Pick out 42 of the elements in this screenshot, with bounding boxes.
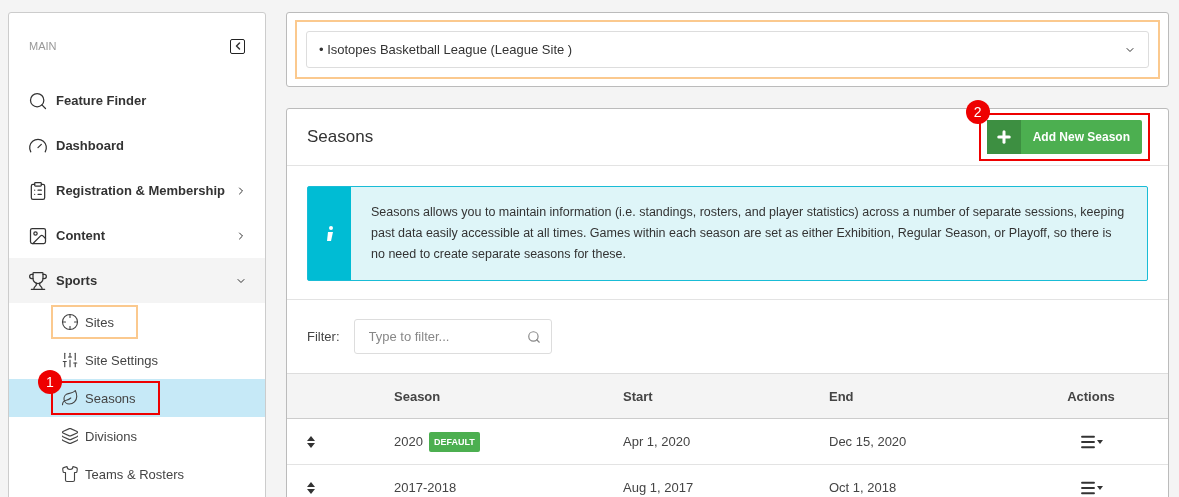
- filter-label: Filter:: [307, 329, 340, 344]
- info-icon: [325, 225, 334, 242]
- sidebar-subitem[interactable]: Sites: [53, 307, 136, 337]
- sidebar-subitem[interactable]: Teams & Rosters: [53, 459, 206, 489]
- leaf-icon: [61, 389, 79, 407]
- table-cell-text: Aug 1, 2017: [623, 480, 695, 495]
- table-cell-text: Apr 1, 2020: [623, 434, 692, 449]
- default-tag: DEFAULT: [428, 431, 480, 452]
- table-cell-text: Oct 1, 2018: [829, 480, 898, 495]
- panel-title: Seasons: [307, 127, 374, 147]
- shirt-icon: [61, 465, 79, 483]
- column-header: End: [829, 388, 855, 404]
- trophy-icon: [28, 270, 48, 291]
- table-cell-text: Dec 15, 2020: [829, 434, 908, 449]
- sidebar-subitem[interactable]: Divisions: [53, 421, 159, 451]
- section-label: MAIN: [29, 40, 57, 52]
- sidebar-item[interactable]: Feature Finder: [9, 78, 265, 123]
- sliders-icon: [61, 351, 79, 369]
- step-badge: 1: [38, 370, 62, 394]
- plus-icon: [994, 128, 1013, 146]
- sidebar-item[interactable]: Content: [9, 213, 265, 258]
- info-text: Seasons allows you to maintain information (i.e. standings, rosters, and player statistics) across a number of separate sessions, keeping past data easily accessible at all times. Games within each season are set as either Exhibition, Regular Season, or Playoff, so there is no need to create separate seasons for these.: [370, 204, 1126, 263]
- sidebar-item[interactable]: Dashboard: [9, 123, 265, 168]
- clipboard-icon: [28, 180, 48, 201]
- sort-handle-icon[interactable]: [307, 435, 315, 448]
- site-select[interactable]: • Isotopes Basketball League (League Site ): [306, 31, 1149, 68]
- sort-handle-icon[interactable]: [307, 481, 315, 494]
- search-icon: [526, 329, 541, 344]
- column-header: Season: [394, 388, 442, 404]
- table-cell: 2020: [394, 434, 423, 449]
- sidebar-item[interactable]: Sports: [9, 258, 265, 303]
- search-icon: [28, 90, 48, 111]
- image-icon: [28, 225, 48, 246]
- layers-icon: [61, 427, 79, 445]
- table-cell: 2017-2018: [394, 480, 457, 495]
- column-header: Actions: [1067, 388, 1115, 404]
- filter-field[interactable]: Type to filter...: [353, 319, 552, 354]
- step-badge: 2: [965, 100, 990, 124]
- column-header: Start: [623, 388, 654, 404]
- crosshair-icon: [61, 313, 79, 331]
- collapse-icon[interactable]: [230, 38, 245, 54]
- sidebar-item[interactable]: Registration & Membership: [9, 168, 265, 213]
